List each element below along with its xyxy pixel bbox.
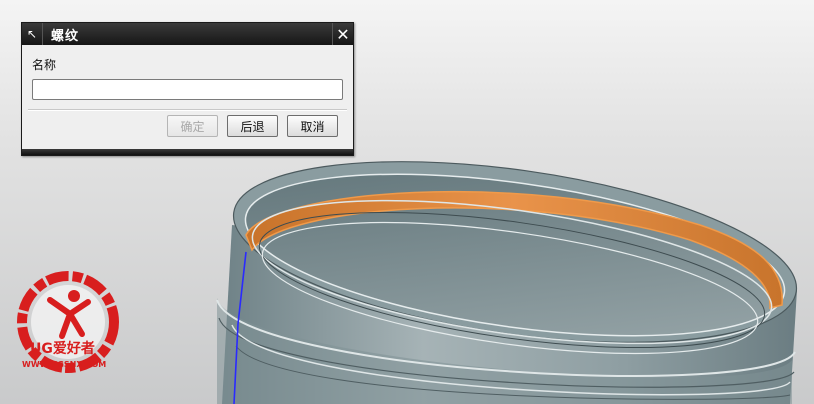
dialog-titlebar[interactable]: ↖ 螺纹 ✕ [22, 23, 353, 45]
divider [28, 109, 347, 111]
watermark-url: WWW.UGSNX.COM [22, 360, 106, 369]
logo-figure-icon [68, 290, 80, 302]
close-icon[interactable]: ✕ [332, 23, 353, 45]
thread-dialog: ↖ 螺纹 ✕ 名称 确定 后退 取消 [21, 22, 354, 156]
back-button[interactable]: 后退 [227, 115, 278, 137]
thread-tool-icon: ↖ [22, 23, 43, 45]
name-input[interactable] [32, 79, 343, 100]
watermark-brand: UG爱好者 [30, 340, 95, 357]
name-label: 名称 [32, 58, 57, 72]
cancel-button[interactable]: 取消 [287, 115, 338, 137]
ok-button[interactable]: 确定 [167, 115, 218, 137]
dialog-footer-bar [22, 149, 353, 155]
dialog-title: 螺纹 [51, 28, 80, 44]
